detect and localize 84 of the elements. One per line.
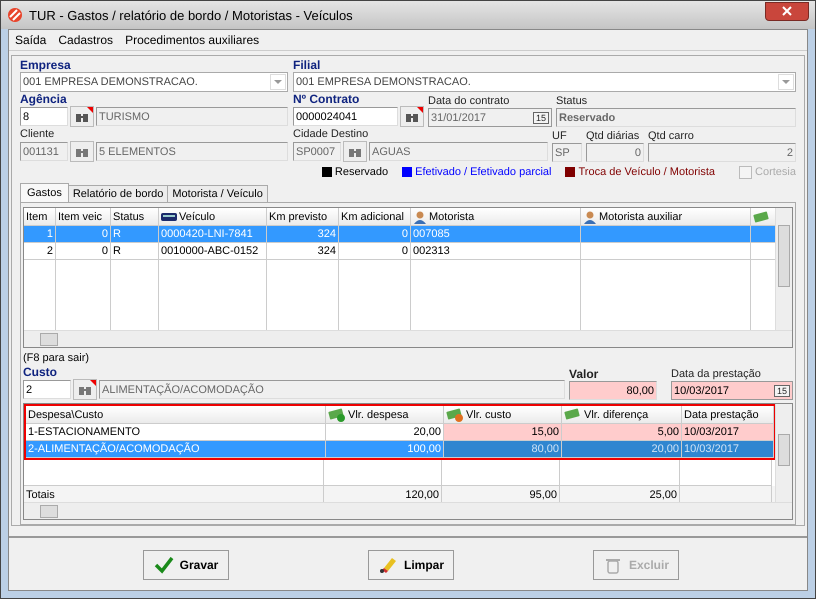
service-date-field[interactable]: 10/03/2017 15: [671, 381, 793, 400]
column-header[interactable]: Vlr. custo: [444, 406, 562, 424]
table-cell: 0000420-LNI-7841: [159, 226, 267, 243]
field-label: Data do contrato: [428, 94, 510, 108]
field-label: Status: [556, 94, 588, 108]
car-count-field[interactable]: 2: [648, 143, 796, 162]
client-code-field[interactable]: 001131: [20, 142, 68, 161]
table-cell: 0: [56, 226, 111, 243]
field-label: Qtd carro: [648, 129, 695, 143]
field-label: Agência: [20, 92, 68, 106]
table-cell: R: [111, 243, 159, 260]
table-cell: 2-ALIMENTAÇÃO/ACOMODAÇÃO: [26, 441, 326, 458]
checkbox-label: Cortesia: [755, 166, 796, 178]
field-label: Nº Contrato: [293, 92, 360, 106]
table-cell: 10/03/2017: [682, 441, 774, 458]
calendar-button[interactable]: 15: [774, 384, 790, 396]
column-header[interactable]: Motorista auxiliar: [581, 208, 751, 226]
table-cell: 1: [24, 226, 56, 243]
table-cell: 15,00: [444, 424, 562, 441]
hint-text: (F8 para sair): [23, 352, 90, 365]
status-field[interactable]: Reservado: [556, 108, 796, 127]
field-label: Filial: [293, 58, 322, 72]
table-cell: 10/03/2017: [682, 424, 774, 441]
value-field[interactable]: 80,00: [569, 381, 657, 400]
column-header[interactable]: Veículo: [159, 208, 267, 226]
table-cell: 0: [339, 243, 411, 260]
field-label: UF: [552, 129, 568, 143]
column-header[interactable]: Km adicional: [339, 208, 411, 226]
tab[interactable]: Gastos: [20, 183, 69, 202]
column-header[interactable]: Vlr. despesa: [326, 406, 444, 424]
column-header[interactable]: Despesa\Custo: [26, 406, 326, 424]
agency-code-field[interactable]: 8: [20, 107, 68, 126]
table-cell: 80,00: [444, 441, 562, 458]
field-label: Data da prestação: [671, 367, 762, 381]
state-field[interactable]: SP: [552, 143, 582, 162]
cost-name-field[interactable]: ALIMENTAÇÃO/ACOMODAÇÃO: [99, 380, 565, 399]
field-label: Valor: [569, 367, 600, 381]
tab[interactable]: Relatório de bordo: [68, 185, 168, 202]
legend-label: Reservado: [334, 166, 388, 178]
clear-button[interactable]: Limpar: [368, 550, 454, 580]
table-cell: 100,00: [326, 441, 444, 458]
menu-item[interactable]: Cadastros: [58, 33, 114, 47]
agency-name-field[interactable]: TURISMO: [96, 107, 288, 126]
legend-label: Troca de Veículo / Motorista: [578, 166, 716, 178]
contract-date-field[interactable]: 31/01/2017 15: [428, 108, 552, 127]
table-cell: 007085: [411, 226, 581, 243]
column-header[interactable]: Item veic: [56, 208, 111, 226]
table-cell: 0: [56, 243, 111, 260]
field-label: Cidade Destino: [293, 127, 370, 141]
table-cell: 002313: [411, 243, 581, 260]
menu-item[interactable]: Saída: [15, 33, 46, 47]
contract-number-field[interactable]: 0000024041: [293, 107, 398, 126]
column-header[interactable]: Vlr. diferença: [562, 406, 682, 424]
column-header[interactable]: Data prestação: [682, 406, 774, 424]
legend-label: Efetivado / Efetivado parcial: [415, 166, 552, 178]
column-header[interactable]: Status: [111, 208, 159, 226]
column-header[interactable]: Item: [24, 208, 56, 226]
city-code-field[interactable]: SP0007: [293, 142, 341, 161]
city-name-field[interactable]: AGUAS: [369, 142, 548, 161]
client-name-field[interactable]: 5 ELEMENTOS: [96, 142, 288, 161]
field-label: Empresa: [20, 58, 72, 72]
daily-count-field[interactable]: 0: [586, 143, 644, 162]
menu-item[interactable]: Procedimentos auxiliares: [125, 33, 260, 47]
cost-code-field[interactable]: 2: [23, 380, 71, 399]
column-header[interactable]: Motorista: [411, 208, 581, 226]
branch-dropdown[interactable]: 001 EMPRESA DEMONSTRACAO.: [293, 72, 796, 92]
save-button[interactable]: Gravar: [143, 550, 229, 580]
table-cell: 2: [24, 243, 56, 260]
tab[interactable]: Motorista / Veículo: [167, 185, 268, 202]
company-dropdown[interactable]: 001 EMPRESA DEMONSTRACAO.: [20, 72, 288, 92]
table-cell: 324: [267, 226, 339, 243]
window-title: TUR - Gastos / relatório de bordo / Motoristas - Veículos: [29, 8, 354, 22]
table-cell: 20,00: [562, 441, 682, 458]
table-cell: R: [111, 226, 159, 243]
table-cell: 324: [267, 243, 339, 260]
table-row[interactable]: 2 0 R 0010000-ABC-0152 324 0 002313: [24, 243, 775, 260]
table-cell: 0010000-ABC-0152: [159, 243, 267, 260]
calendar-button[interactable]: 15: [532, 112, 549, 124]
field-label: Cliente: [20, 127, 56, 141]
table-cell: 0: [339, 226, 411, 243]
column-header[interactable]: Km previsto: [267, 208, 339, 226]
field-label: Qtd diárias: [586, 129, 640, 143]
table-cell: 5,00: [562, 424, 682, 441]
field-label: Custo: [23, 365, 58, 379]
